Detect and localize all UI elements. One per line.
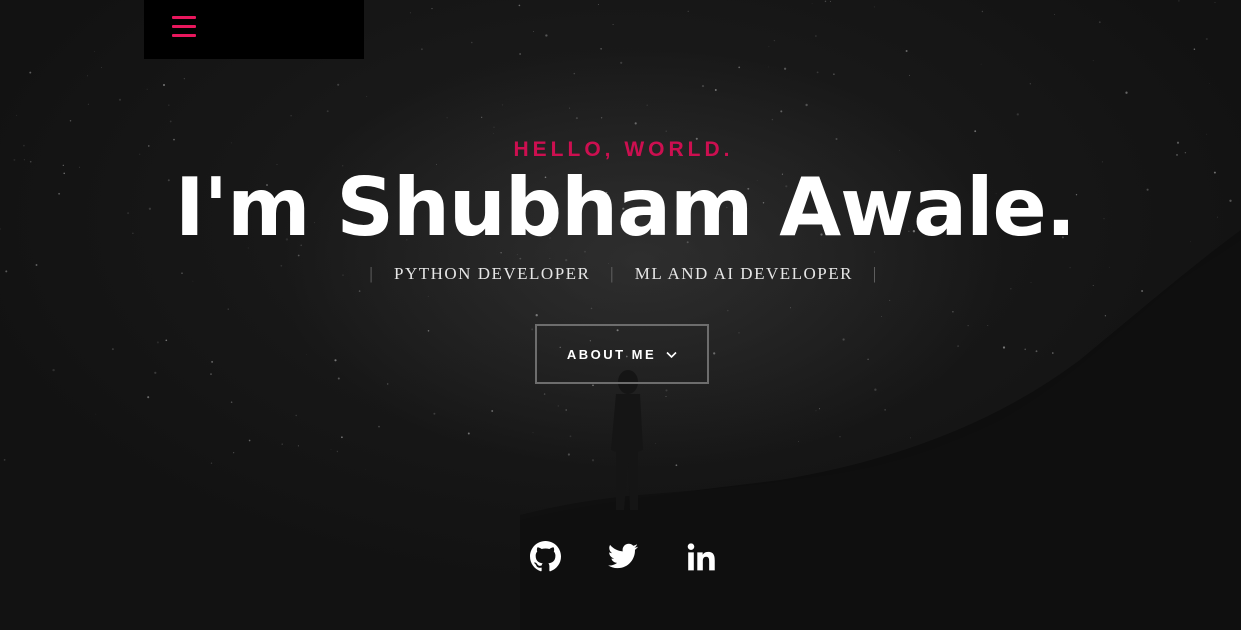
hill-silhouette [520,230,1241,630]
person-silhouette [611,370,643,510]
intro-name-heading: I'm Shubham Awale. [174,161,1076,254]
hamburger-menu-icon[interactable] [172,16,196,38]
intro-roles: | PYTHON DEVELOPER | ML AND AI DEVELOPER… [0,264,1241,284]
nav-bar [144,0,364,59]
role-python-developer: PYTHON DEVELOPER [394,264,591,283]
linkedin-icon[interactable] [687,543,716,575]
role-separator: | [610,264,616,283]
about-me-label: ABOUT ME [566,346,657,362]
intro-greeting: HELLO, WORLD. [513,138,734,161]
github-icon[interactable] [530,541,561,573]
about-me-button[interactable]: ABOUT ME [535,324,709,384]
chevron-down-icon [666,347,677,362]
role-ml-ai-developer: ML AND AI DEVELOPER [634,264,853,283]
role-separator: | [369,264,375,283]
twitter-icon[interactable] [608,543,638,575]
role-separator: | [872,264,878,283]
